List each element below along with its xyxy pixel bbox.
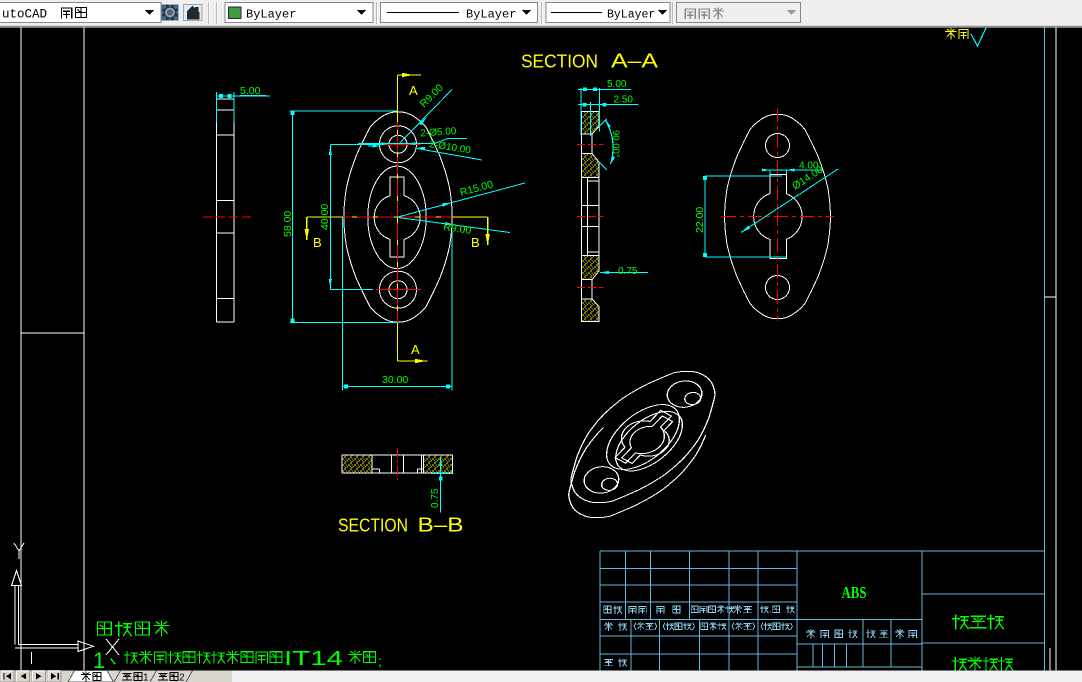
svg-text:ABS: ABS [842,583,867,602]
svg-text:utoCAD: utoCAD [2,8,47,22]
svg-text:SECTION: SECTION [338,516,408,536]
svg-text:B: B [471,235,480,250]
svg-text:58.00: 58.00 [282,211,294,237]
svg-text:5.00: 5.00 [607,79,627,90]
svg-text:ByLayer: ByLayer [607,9,655,22]
svg-text:30.00: 30.00 [382,374,408,386]
svg-text:1: 1 [143,673,149,682]
svg-text:0.75: 0.75 [430,488,441,508]
svg-text:22.00: 22.00 [694,207,706,233]
svg-text:A: A [409,83,418,98]
svg-text:,: , [769,605,771,614]
svg-text:0.75: 0.75 [618,266,638,277]
svg-text:ByLayer: ByLayer [246,8,296,22]
svg-text:2: 2 [179,673,185,682]
svg-text:A–A: A–A [611,51,659,73]
svg-text:2.50: 2.50 [614,94,634,105]
svg-text:B: B [313,235,322,250]
svg-text:;: ; [378,653,382,669]
svg-text:90.00°: 90.00° [610,130,621,158]
svg-text:A: A [411,342,420,357]
svg-text:IT14: IT14 [284,648,343,670]
svg-text:B–B: B–B [418,515,464,537]
svg-text:SECTION: SECTION [521,52,598,72]
svg-text:ByLayer: ByLayer [466,8,516,22]
svg-text:1: 1 [93,648,105,673]
svg-text:40.00: 40.00 [319,204,331,230]
